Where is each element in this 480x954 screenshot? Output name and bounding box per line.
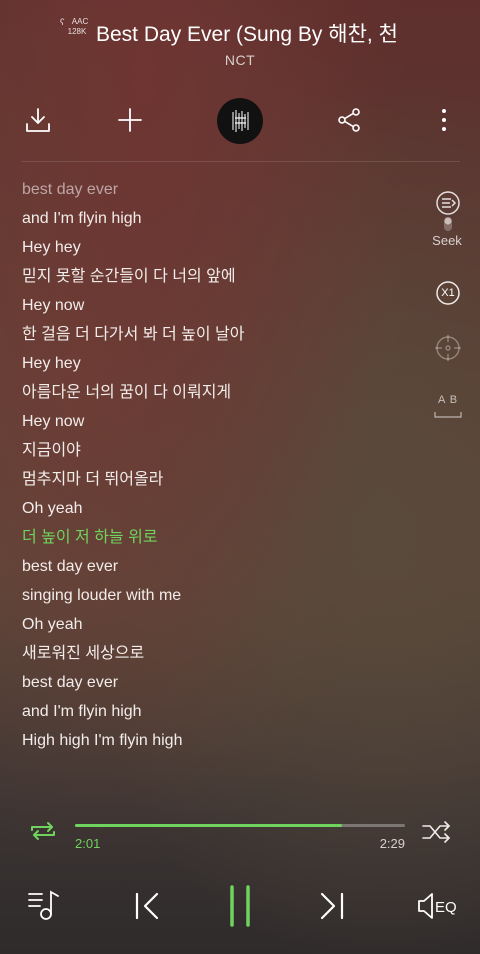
lyric-line: Oh yeah: [22, 500, 83, 517]
shuffle-icon: [421, 821, 453, 843]
previous-track-button[interactable]: [133, 890, 163, 922]
progress-bar[interactable]: [75, 824, 405, 827]
equalizer-button[interactable]: EQ: [416, 890, 460, 922]
lyric-line: 믿지 못할 순간들이 다 너의 앞에: [22, 268, 236, 285]
playlist-button[interactable]: [26, 888, 62, 922]
lyric-line: Oh yeah: [22, 616, 83, 633]
total-time: 2:29: [379, 836, 405, 851]
speed-label: X1: [441, 287, 455, 299]
lyric-line: 지금이야: [22, 442, 81, 459]
lyric-line: 멈추지마 더 뛰어올라: [22, 471, 164, 488]
ab-repeat-button[interactable]: A B: [426, 394, 470, 424]
add-icon: [117, 107, 143, 133]
speed-icon: X1: [435, 280, 461, 306]
share-button[interactable]: [333, 104, 365, 136]
lyric-line: and I'm flyin high: [22, 210, 142, 227]
playback-speed-button[interactable]: X1: [426, 280, 470, 311]
lyric-line: singing louder with me: [22, 587, 182, 604]
pause-icon: [226, 884, 254, 928]
song-title: Best Day Ever (Sung By 해찬, 천: [96, 23, 398, 46]
sync-lyrics-button[interactable]: [426, 334, 470, 367]
repeat-icon: [28, 820, 58, 842]
download-button[interactable]: [22, 104, 54, 136]
ab-repeat-icon: [433, 411, 463, 419]
header-divider: [22, 161, 460, 162]
codec-format: AAC: [71, 17, 89, 26]
audio-wave-icon: ʕ: [60, 17, 65, 27]
skip-previous-icon: [133, 890, 163, 922]
codec-badge: ʕ AAC 128K: [60, 17, 92, 39]
lyric-line-active: 더 높이 저 하늘 위로: [22, 529, 158, 546]
svg-text:EQ: EQ: [435, 899, 457, 916]
lyric-line: 아름다운 너의 꿈이 다 이뤄지게: [22, 384, 232, 401]
more-icon: [441, 107, 447, 133]
speaker-eq-icon: EQ: [416, 890, 460, 922]
playlist-icon: [26, 888, 62, 922]
lyric-line: best day ever: [22, 181, 119, 198]
artist-name: NCT: [224, 52, 256, 68]
progress-fill: [75, 824, 343, 827]
crosshair-icon: [434, 334, 462, 362]
lyric-line: best day ever: [22, 558, 119, 575]
add-to-playlist-button[interactable]: [114, 104, 146, 136]
lyric-line: High high I'm flyin high: [22, 732, 183, 749]
lyrics-panel[interactable]: best day ever and I'm flyin high Hey hey 믿지…: [22, 175, 422, 755]
skip-next-icon: [316, 890, 346, 922]
lyric-line: 한 걸음 더 다가서 봐 더 높이 날아: [22, 326, 245, 343]
share-icon: [336, 107, 362, 133]
seek-label: Seek: [432, 233, 462, 248]
lyric-line: 새로워진 세상으로: [22, 645, 145, 662]
more-options-button[interactable]: [430, 104, 458, 136]
pause-button[interactable]: [226, 884, 254, 928]
ab-repeat-label: A B: [437, 394, 459, 406]
seek-icon: [433, 190, 463, 234]
lyric-line: Hey hey: [22, 355, 81, 372]
next-track-button[interactable]: [316, 890, 346, 922]
shuffle-button[interactable]: [421, 821, 453, 843]
codec-bitrate: 128K: [67, 27, 87, 36]
lyric-line: Hey now: [22, 297, 85, 314]
lyric-line: Hey hey: [22, 239, 81, 256]
album-art[interactable]: [217, 98, 263, 144]
seek-toggle[interactable]: [426, 190, 470, 239]
repeat-button[interactable]: [28, 820, 58, 842]
lyric-line: Hey now: [22, 413, 85, 430]
download-icon: [24, 106, 52, 134]
lyric-line: best day ever: [22, 674, 119, 691]
lyric-line: and I'm flyin high: [22, 703, 142, 720]
current-time: 2:01: [75, 836, 101, 851]
